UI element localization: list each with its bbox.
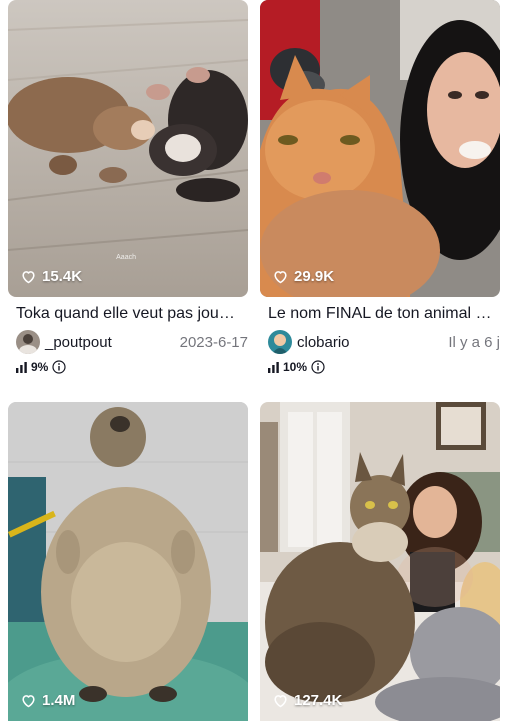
author-avatar[interactable] — [16, 330, 40, 354]
bar-chart-icon — [16, 361, 27, 373]
video-date: Il y a 6 j — [448, 333, 500, 351]
like-count: 15.4K — [20, 268, 82, 285]
engagement-stat-value: 9% — [31, 360, 49, 374]
like-count-value: 29.9K — [294, 268, 335, 285]
like-count: 127.4K — [272, 692, 342, 709]
like-count: 29.9K — [272, 268, 334, 285]
info-circle-icon[interactable] — [311, 360, 325, 374]
author-avatar[interactable] — [268, 330, 292, 354]
heart-outline-icon — [274, 271, 287, 284]
heart-outline-icon — [22, 695, 35, 708]
like-count-value: 1.4M — [42, 692, 76, 709]
video-title[interactable]: Toka quand elle veut pas jou… — [16, 304, 248, 324]
author-name[interactable]: _poutpout — [45, 334, 112, 351]
heart-outline-icon — [274, 695, 287, 708]
like-count: 1.4M — [20, 692, 75, 709]
engagement-stat-value: 10% — [283, 360, 308, 374]
video-meta: _poutpout 2023-6-17 — [16, 330, 248, 354]
bar-chart-icon — [268, 361, 279, 373]
engagement-stat: 9% — [16, 360, 66, 374]
like-count-value: 15.4K — [42, 268, 83, 285]
video-thumbnail[interactable]: 127.4K — [260, 402, 500, 721]
author-name[interactable]: clobario — [297, 334, 350, 351]
marmot-thumbnail-image — [8, 402, 248, 721]
video-thumbnail[interactable]: Aaach 15.4K — [8, 0, 248, 297]
video-meta: clobario Il y a 6 j — [268, 330, 500, 354]
video-thumbnail[interactable]: 1.4M — [8, 402, 248, 721]
video-watermark: Aaach — [116, 254, 136, 261]
cat-selfie-thumbnail-image — [260, 0, 500, 297]
ferrets-thumbnail-image — [8, 0, 248, 297]
info-circle-icon[interactable] — [52, 360, 66, 374]
maine-coon-thumbnail-image — [260, 402, 500, 721]
engagement-stat: 10% — [268, 360, 325, 374]
video-date: 2023-6-17 — [179, 333, 248, 351]
like-count-value: 127.4K — [294, 692, 343, 709]
video-title[interactable]: Le nom FINAL de ton animal … — [268, 304, 500, 324]
video-thumbnail[interactable]: 29.9K — [260, 0, 500, 297]
heart-outline-icon — [22, 271, 35, 284]
